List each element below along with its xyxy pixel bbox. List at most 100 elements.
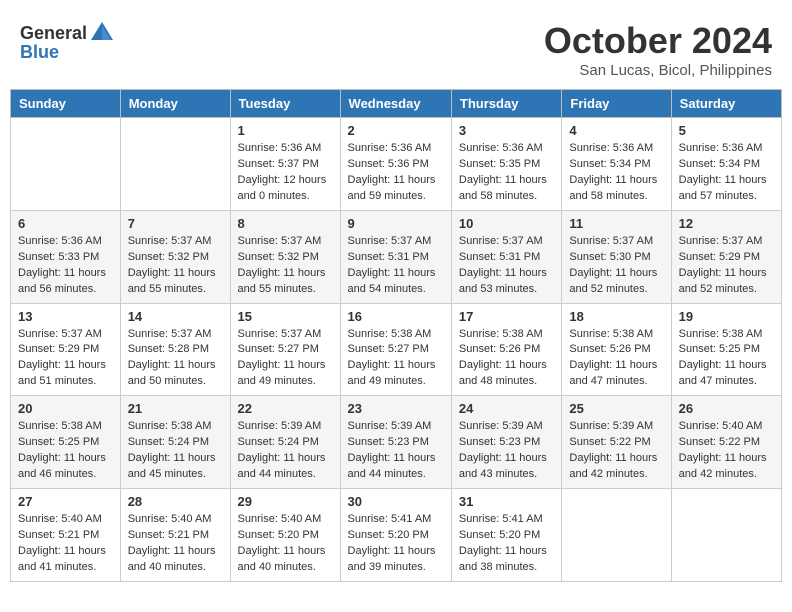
calendar-cell: 11Sunrise: 5:37 AM Sunset: 5:30 PM Dayli… bbox=[562, 210, 671, 303]
day-info: Sunrise: 5:37 AM Sunset: 5:27 PM Dayligh… bbox=[238, 327, 333, 391]
calendar-cell: 19 Sunrise: 5:38 AM Sunset: 5:25 PM Dayli… bbox=[671, 303, 781, 396]
day-number: 27 bbox=[18, 494, 113, 509]
calendar-cell: 14 Sunrise: 5:37 AM Sunset: 5:28 PM Dayli… bbox=[120, 303, 230, 396]
day-info: Sunrise: 5:36 AM Sunset: 5:34 PM Dayligh… bbox=[679, 141, 774, 205]
day-number: 16 bbox=[348, 309, 444, 324]
calendar-cell bbox=[120, 118, 230, 211]
title-block: October 2024 San Lucas, Bicol, Philippin… bbox=[544, 20, 772, 79]
calendar-cell: 9 Sunrise: 5:37 AM Sunset: 5:31 PM Daylig… bbox=[340, 210, 451, 303]
location: San Lucas, Bicol, Philippines bbox=[544, 62, 772, 79]
day-number: 3 bbox=[459, 123, 554, 138]
day-info: Sunrise: 5:36 AM Sunset: 5:35 PM Dayligh… bbox=[459, 141, 554, 205]
calendar-cell: 18 Sunrise: 5:38 AM Sunset: 5:26 PM Dayli… bbox=[562, 303, 671, 396]
day-number: 2 bbox=[348, 123, 444, 138]
day-number: 7 bbox=[128, 216, 223, 231]
weekday-header-thursday: Thursday bbox=[451, 90, 561, 118]
calendar-cell: 15 Sunrise: 5:37 AM Sunset: 5:27 PM Dayli… bbox=[230, 303, 340, 396]
weekday-header-sunday: Sunday bbox=[11, 90, 121, 118]
calendar-cell: 17 Sunrise: 5:38 AM Sunset: 5:26 PM Dayli… bbox=[451, 303, 561, 396]
day-info: Sunrise: 5:38 AM Sunset: 5:26 PM Dayligh… bbox=[459, 327, 554, 391]
day-info: Sunrise: 5:40 AM Sunset: 5:20 PM Dayligh… bbox=[238, 512, 333, 576]
calendar-cell bbox=[562, 489, 671, 582]
day-info: Sunrise: 5:37 AM Sunset: 5:32 PM Dayligh… bbox=[238, 234, 333, 298]
day-number: 25 bbox=[569, 401, 663, 416]
logo: General Blue bbox=[20, 20, 117, 63]
calendar-cell: 10 Sunrise: 5:37 AM Sunset: 5:31 PM Dayli… bbox=[451, 210, 561, 303]
day-info: Sunrise: 5:38 AM Sunset: 5:24 PM Dayligh… bbox=[128, 419, 223, 483]
day-number: 4 bbox=[569, 123, 663, 138]
day-info: Sunrise: 5:37 AM Sunset: 5:30 PM Dayligh… bbox=[569, 234, 663, 298]
calendar-cell: 16 Sunrise: 5:38 AM Sunset: 5:27 PM Dayli… bbox=[340, 303, 451, 396]
calendar-cell: 25 Sunrise: 5:39 AM Sunset: 5:22 PM Dayli… bbox=[562, 396, 671, 489]
calendar-cell: 21Sunrise: 5:38 AM Sunset: 5:24 PM Dayli… bbox=[120, 396, 230, 489]
calendar-cell bbox=[11, 118, 121, 211]
weekday-header-tuesday: Tuesday bbox=[230, 90, 340, 118]
day-number: 5 bbox=[679, 123, 774, 138]
logo-general-text: General bbox=[20, 23, 87, 44]
day-number: 8 bbox=[238, 216, 333, 231]
day-info: Sunrise: 5:41 AM Sunset: 5:20 PM Dayligh… bbox=[459, 512, 554, 576]
day-number: 31 bbox=[459, 494, 554, 509]
day-info: Sunrise: 5:38 AM Sunset: 5:25 PM Dayligh… bbox=[679, 327, 774, 391]
day-number: 13 bbox=[18, 309, 113, 324]
weekday-header-wednesday: Wednesday bbox=[340, 90, 451, 118]
day-number: 19 bbox=[679, 309, 774, 324]
calendar-cell: 26 Sunrise: 5:40 AM Sunset: 5:22 PM Dayli… bbox=[671, 396, 781, 489]
day-info: Sunrise: 5:38 AM Sunset: 5:27 PM Dayligh… bbox=[348, 327, 444, 391]
calendar-cell: 7 Sunrise: 5:37 AM Sunset: 5:32 PM Daylig… bbox=[120, 210, 230, 303]
day-info: Sunrise: 5:36 AM Sunset: 5:33 PM Dayligh… bbox=[18, 234, 113, 298]
weekday-header-row: SundayMondayTuesdayWednesdayThursdayFrid… bbox=[11, 90, 782, 118]
calendar-cell: 3 Sunrise: 5:36 AM Sunset: 5:35 PM Daylig… bbox=[451, 118, 561, 211]
day-number: 14 bbox=[128, 309, 223, 324]
calendar-cell: 8 Sunrise: 5:37 AM Sunset: 5:32 PM Daylig… bbox=[230, 210, 340, 303]
weekday-header-friday: Friday bbox=[562, 90, 671, 118]
day-info: Sunrise: 5:39 AM Sunset: 5:23 PM Dayligh… bbox=[459, 419, 554, 483]
day-info: Sunrise: 5:37 AM Sunset: 5:31 PM Dayligh… bbox=[459, 234, 554, 298]
calendar-cell: 4Sunrise: 5:36 AM Sunset: 5:34 PM Daylig… bbox=[562, 118, 671, 211]
day-info: Sunrise: 5:38 AM Sunset: 5:25 PM Dayligh… bbox=[18, 419, 113, 483]
day-info: Sunrise: 5:37 AM Sunset: 5:29 PM Dayligh… bbox=[679, 234, 774, 298]
page-header: General Blue October 2024 San Lucas, Bic… bbox=[10, 10, 782, 84]
calendar-cell: 5 Sunrise: 5:36 AM Sunset: 5:34 PM Daylig… bbox=[671, 118, 781, 211]
calendar-cell: 1Sunrise: 5:36 AM Sunset: 5:37 PM Daylig… bbox=[230, 118, 340, 211]
day-number: 17 bbox=[459, 309, 554, 324]
day-info: Sunrise: 5:39 AM Sunset: 5:24 PM Dayligh… bbox=[238, 419, 333, 483]
day-number: 22 bbox=[238, 401, 333, 416]
day-number: 18 bbox=[569, 309, 663, 324]
day-info: Sunrise: 5:39 AM Sunset: 5:23 PM Dayligh… bbox=[348, 419, 444, 483]
calendar-cell: 28Sunrise: 5:40 AM Sunset: 5:21 PM Dayli… bbox=[120, 489, 230, 582]
day-info: Sunrise: 5:37 AM Sunset: 5:31 PM Dayligh… bbox=[348, 234, 444, 298]
week-row-2: 6Sunrise: 5:36 AM Sunset: 5:33 PM Daylig… bbox=[11, 210, 782, 303]
week-row-1: 1Sunrise: 5:36 AM Sunset: 5:37 PM Daylig… bbox=[11, 118, 782, 211]
day-number: 10 bbox=[459, 216, 554, 231]
day-info: Sunrise: 5:37 AM Sunset: 5:28 PM Dayligh… bbox=[128, 327, 223, 391]
calendar-cell: 23 Sunrise: 5:39 AM Sunset: 5:23 PM Dayli… bbox=[340, 396, 451, 489]
day-number: 23 bbox=[348, 401, 444, 416]
day-number: 12 bbox=[679, 216, 774, 231]
calendar-cell: 30Sunrise: 5:41 AM Sunset: 5:20 PM Dayli… bbox=[340, 489, 451, 582]
week-row-3: 13 Sunrise: 5:37 AM Sunset: 5:29 PM Dayli… bbox=[11, 303, 782, 396]
weekday-header-monday: Monday bbox=[120, 90, 230, 118]
day-number: 20 bbox=[18, 401, 113, 416]
calendar-cell: 12 Sunrise: 5:37 AM Sunset: 5:29 PM Dayli… bbox=[671, 210, 781, 303]
day-info: Sunrise: 5:37 AM Sunset: 5:32 PM Dayligh… bbox=[128, 234, 223, 298]
calendar-cell: 2Sunrise: 5:36 AM Sunset: 5:36 PM Daylig… bbox=[340, 118, 451, 211]
day-info: Sunrise: 5:36 AM Sunset: 5:37 PM Dayligh… bbox=[238, 141, 333, 205]
calendar-table: SundayMondayTuesdayWednesdayThursdayFrid… bbox=[10, 89, 782, 582]
day-info: Sunrise: 5:39 AM Sunset: 5:22 PM Dayligh… bbox=[569, 419, 663, 483]
calendar-cell: 31 Sunrise: 5:41 AM Sunset: 5:20 PM Dayli… bbox=[451, 489, 561, 582]
day-number: 29 bbox=[238, 494, 333, 509]
day-info: Sunrise: 5:38 AM Sunset: 5:26 PM Dayligh… bbox=[569, 327, 663, 391]
day-number: 30 bbox=[348, 494, 444, 509]
day-info: Sunrise: 5:40 AM Sunset: 5:22 PM Dayligh… bbox=[679, 419, 774, 483]
week-row-5: 27Sunrise: 5:40 AM Sunset: 5:21 PM Dayli… bbox=[11, 489, 782, 582]
day-info: Sunrise: 5:37 AM Sunset: 5:29 PM Dayligh… bbox=[18, 327, 113, 391]
calendar-cell: 22 Sunrise: 5:39 AM Sunset: 5:24 PM Dayli… bbox=[230, 396, 340, 489]
day-number: 9 bbox=[348, 216, 444, 231]
day-number: 15 bbox=[238, 309, 333, 324]
day-number: 26 bbox=[679, 401, 774, 416]
calendar-cell: 29 Sunrise: 5:40 AM Sunset: 5:20 PM Dayli… bbox=[230, 489, 340, 582]
calendar-cell: 24 Sunrise: 5:39 AM Sunset: 5:23 PM Dayli… bbox=[451, 396, 561, 489]
day-number: 24 bbox=[459, 401, 554, 416]
calendar-cell bbox=[671, 489, 781, 582]
